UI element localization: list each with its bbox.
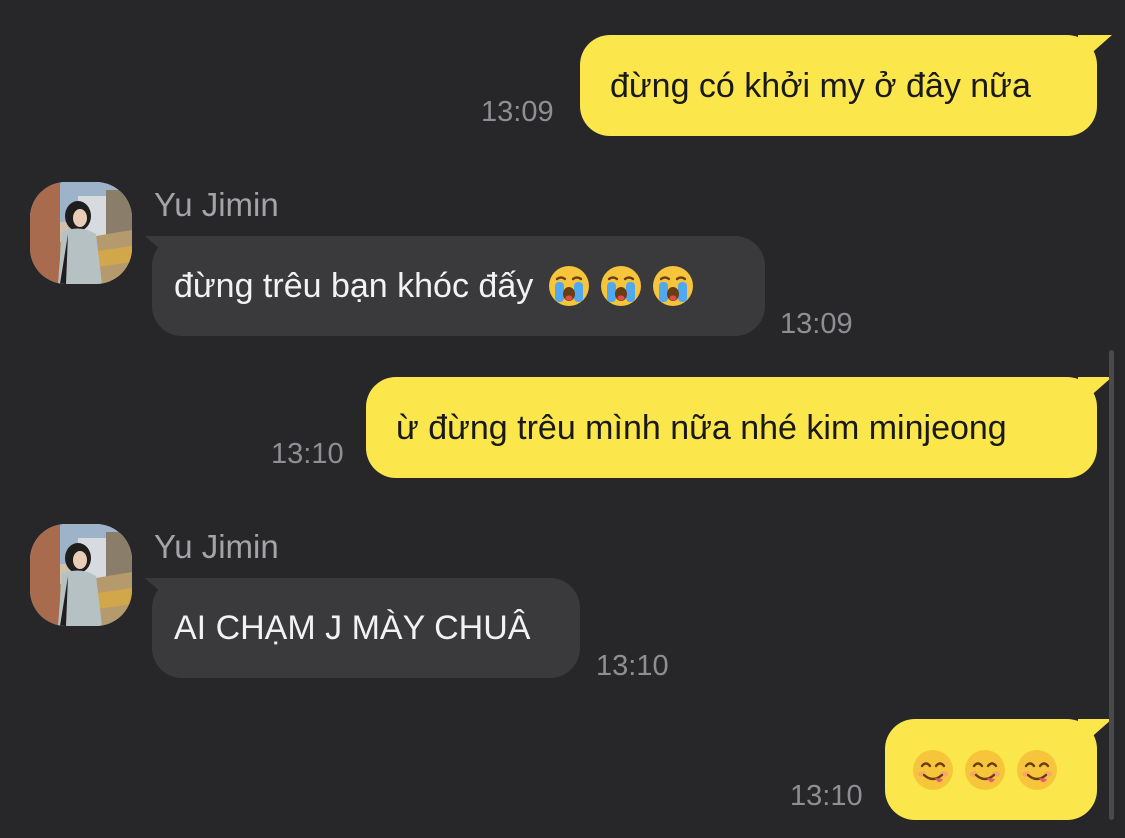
scrollbar[interactable] [1109,350,1114,820]
sender-name: Yu Jimin [154,528,279,565]
message-timestamp: 13:09 [780,308,853,340]
avatar[interactable] [30,182,132,284]
message-text: AI CHẠM J MÀY CHUÂ [174,609,531,647]
emoji-group [547,264,695,308]
loudly-crying-face-icon [651,264,695,308]
face-savoring-food-icon [911,748,955,792]
emoji-group [911,748,1059,792]
loudly-crying-face-icon [547,264,591,308]
outgoing-message-bubble[interactable]: ừ đừng trêu mình nữa nhé kim minjeong [366,377,1097,478]
face-savoring-food-icon [1015,748,1059,792]
message-timestamp: 13:10 [790,780,863,812]
incoming-message-bubble[interactable]: đừng trêu bạn khóc đấy [152,236,765,336]
avatar[interactable] [30,524,132,626]
outgoing-message-bubble[interactable] [885,719,1097,820]
message-text: ừ đừng trêu mình nữa nhé kim minjeong [396,408,1007,447]
loudly-crying-face-icon [599,264,643,308]
message-text: đừng trêu bạn khóc đấy [174,267,534,305]
message-timestamp: 13:10 [271,438,344,470]
avatar-image [30,182,132,284]
outgoing-message-bubble[interactable]: đừng có khởi my ở đây nữa [580,35,1097,136]
incoming-message-bubble[interactable]: AI CHẠM J MÀY CHUÂ [152,578,580,678]
sender-name: Yu Jimin [154,186,279,223]
chat-view[interactable]: đừng có khởi my ở đây nữa 13:09 Yu Jimin… [0,0,1125,838]
message-timestamp: 13:09 [481,96,554,128]
face-savoring-food-icon [963,748,1007,792]
message-text: đừng có khởi my ở đây nữa [610,66,1031,105]
avatar-image [30,524,132,626]
message-timestamp: 13:10 [596,650,669,682]
